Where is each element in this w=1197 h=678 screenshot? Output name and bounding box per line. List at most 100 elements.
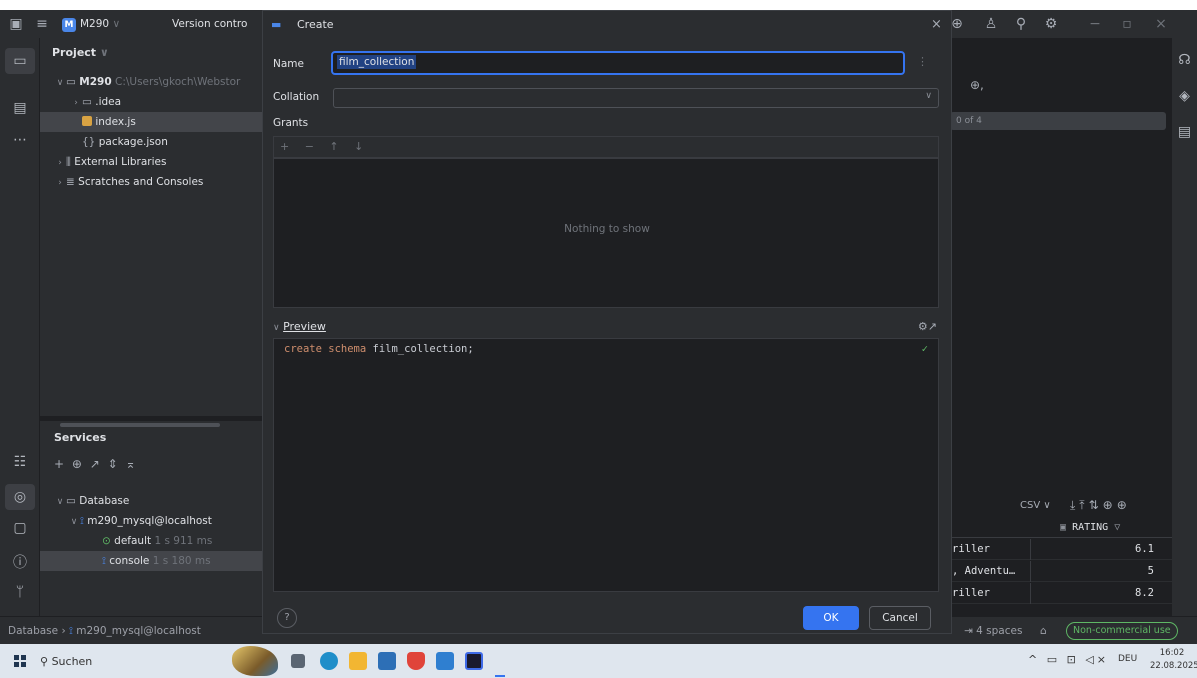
horizontal-scrollbar[interactable]	[60, 423, 220, 427]
export-format-button[interactable]: CSV ∨	[1020, 500, 1051, 511]
chevron-down-icon: ∨	[273, 323, 280, 333]
service-item-console[interactable]: ⟟ console 1 s 180 ms	[40, 551, 262, 571]
tree-item-label: .idea	[95, 96, 122, 108]
problems-tool-icon[interactable]: ⓘ	[0, 552, 40, 572]
windows-start-icon[interactable]	[14, 655, 26, 667]
tree-item-label: Scratches and Consoles	[78, 176, 204, 188]
project-panel-title[interactable]: Project ∨	[52, 46, 109, 59]
close-icon[interactable]: ×	[931, 11, 942, 39]
project-tool-icon[interactable]: ▭	[5, 48, 35, 74]
preview-code[interactable]: create schema film_collection; ✓	[273, 338, 939, 592]
services-panel: Services + ⊕ ↗ ⇕ ⌅ ∨ ▭ Database ∨ ⟟ m290_m…	[40, 420, 262, 616]
vcs-widget[interactable]: Version contro	[172, 10, 247, 38]
mysql-icon: ⟟	[80, 515, 84, 527]
cell-rating: 6.1	[1030, 539, 1158, 560]
bird-widget-icon[interactable]	[232, 646, 278, 676]
chevron-right-icon: ›	[74, 98, 78, 108]
powershell-icon[interactable]	[436, 652, 454, 670]
task-view-icon[interactable]	[291, 654, 305, 668]
table-row[interactable]: riller 6.1	[940, 539, 1172, 560]
chevron-down-icon: ∨	[70, 517, 78, 527]
project-switcher[interactable]: M M290 ∨	[62, 16, 120, 32]
cell-rating: 5	[1030, 561, 1158, 582]
database-tool-icon[interactable]: ☷	[0, 454, 40, 470]
file-explorer-icon[interactable]	[349, 652, 367, 670]
lock-icon[interactable]: ⌂	[1040, 617, 1047, 645]
breadcrumb-database[interactable]: Database	[8, 625, 58, 637]
column-type-icon: ▣	[1060, 522, 1067, 533]
main-menu-icon[interactable]: ≡	[30, 10, 54, 38]
chevron-down-icon: ∨	[925, 91, 932, 101]
cell-rating: 8.2	[1030, 583, 1158, 604]
console-icon: ⟟	[102, 555, 106, 567]
user-icon[interactable]: ♙	[980, 10, 1002, 38]
left-tool-strip: ▭ ▤ ⋯ ☷ ◎ ▢ ⓘ ᛘ	[0, 38, 40, 616]
settings-icon[interactable]: ⚙	[1040, 10, 1062, 38]
clock-date: 22.08.2025	[1150, 661, 1197, 671]
table-row[interactable]: , Adventu… 5	[940, 561, 1172, 582]
name-label: Name	[273, 58, 304, 70]
service-item-default[interactable]: ⊙ default 1 s 911 ms	[102, 531, 212, 551]
name-input[interactable]: film_collection	[331, 51, 905, 75]
column-header-rating[interactable]: ▣ RATING ▽	[940, 518, 1172, 538]
name-input-value: film_collection	[337, 55, 417, 69]
empty-state-text: Nothing to show	[564, 223, 650, 235]
service-item-connection[interactable]: ∨ ⟟ m290_mysql@localhost	[68, 511, 212, 531]
project-name: M290	[80, 18, 110, 30]
table-row[interactable]: riller 8.2	[940, 583, 1172, 604]
git-tool-icon[interactable]: ᛘ	[0, 584, 40, 600]
folder-icon: ▭	[66, 495, 76, 507]
chevron-right-icon: ›	[58, 178, 62, 188]
search-options-icon[interactable]: ⊕,	[970, 78, 984, 92]
more-tools-icon[interactable]: ⋯	[0, 132, 40, 148]
tree-item-external-libraries[interactable]: › ⫼ External Libraries	[54, 152, 166, 172]
tree-item-m290[interactable]: ∨ ▭ M290 C:\Users\gkoch\Webstor	[54, 72, 241, 92]
terminal-tool-icon[interactable]: ▢	[0, 520, 40, 536]
cancel-button[interactable]: Cancel	[869, 606, 931, 630]
edge-icon[interactable]	[320, 652, 338, 670]
grants-toolbar[interactable]: + − ↑ ↓	[273, 136, 939, 158]
search-icon[interactable]: ⚲	[1010, 10, 1032, 38]
clock[interactable]: 16:02 22.08.2025	[1150, 647, 1197, 673]
indent-widget[interactable]: ⇥ 4 spaces	[964, 617, 1022, 645]
tree-item-package-json[interactable]: {} package.json	[82, 132, 168, 152]
grants-list[interactable]: Nothing to show	[273, 158, 939, 308]
indent-icon: ⇥	[964, 625, 973, 637]
ai-assistant-icon[interactable]: ◈	[1172, 88, 1197, 104]
taskbar-search[interactable]: ⚲ Suchen	[40, 653, 190, 671]
collation-select[interactable]: ∨	[333, 88, 939, 108]
store-icon[interactable]	[378, 652, 396, 670]
maximize-icon[interactable]: ▫	[1116, 10, 1138, 38]
services-tool-icon[interactable]: ◎	[5, 484, 35, 510]
close-window-icon[interactable]: ×	[1150, 10, 1172, 38]
clock-time: 16:02	[1159, 648, 1185, 658]
service-item-database[interactable]: ∨ ▭ Database	[54, 491, 130, 511]
column-header-label: RATING	[1072, 522, 1109, 533]
chevron-down-icon: ∨	[112, 18, 121, 30]
database-icon: ▬	[271, 18, 282, 31]
tree-item-idea[interactable]: › ▭ .idea	[70, 92, 121, 112]
minimize-icon[interactable]: −	[1084, 10, 1106, 38]
tree-item-index-js[interactable]: index.js	[40, 112, 262, 132]
tree-item-path: C:\Users\gkoch\Webstor	[114, 76, 241, 88]
breadcrumb-connection[interactable]: m290_mysql@localhost	[76, 625, 201, 637]
brave-icon[interactable]	[407, 652, 425, 670]
jetbrains-icon[interactable]	[465, 652, 483, 670]
structure-tool-icon[interactable]: ▤	[0, 100, 40, 116]
more-options-icon[interactable]: ⋮	[917, 55, 928, 68]
language-indicator[interactable]: DEU	[1118, 654, 1137, 664]
help-button[interactable]: ?	[277, 608, 297, 628]
collation-label: Collation	[273, 91, 320, 103]
library-icon: ⫼	[66, 156, 71, 168]
grid-toolbar-icons[interactable]: ⤓⤒⇅⊕⊕	[1070, 498, 1131, 513]
editor-right-area: ⊕, 0 of 4 CSV ∨ ⤓⤒⇅⊕⊕ ▣ RATING ▽ riller 6…	[940, 38, 1172, 616]
preview-settings-icon[interactable]: ⚙↗	[918, 316, 937, 338]
license-badge[interactable]: Non-commercial use	[1066, 622, 1178, 640]
database-explorer-icon[interactable]: ▤	[1172, 124, 1197, 140]
ok-button[interactable]: OK	[803, 606, 859, 630]
tree-item-scratches[interactable]: › ≣ Scratches and Consoles	[54, 172, 203, 192]
preview-header[interactable]: ∨ Preview ⚙↗	[273, 316, 939, 338]
notifications-icon[interactable]: ☊	[1172, 52, 1197, 68]
system-tray-icons[interactable]: ^ ▭ ⊡ ◁×	[1028, 653, 1109, 666]
services-toolbar[interactable]: + ⊕ ↗ ⇕ ⌅	[54, 457, 138, 471]
